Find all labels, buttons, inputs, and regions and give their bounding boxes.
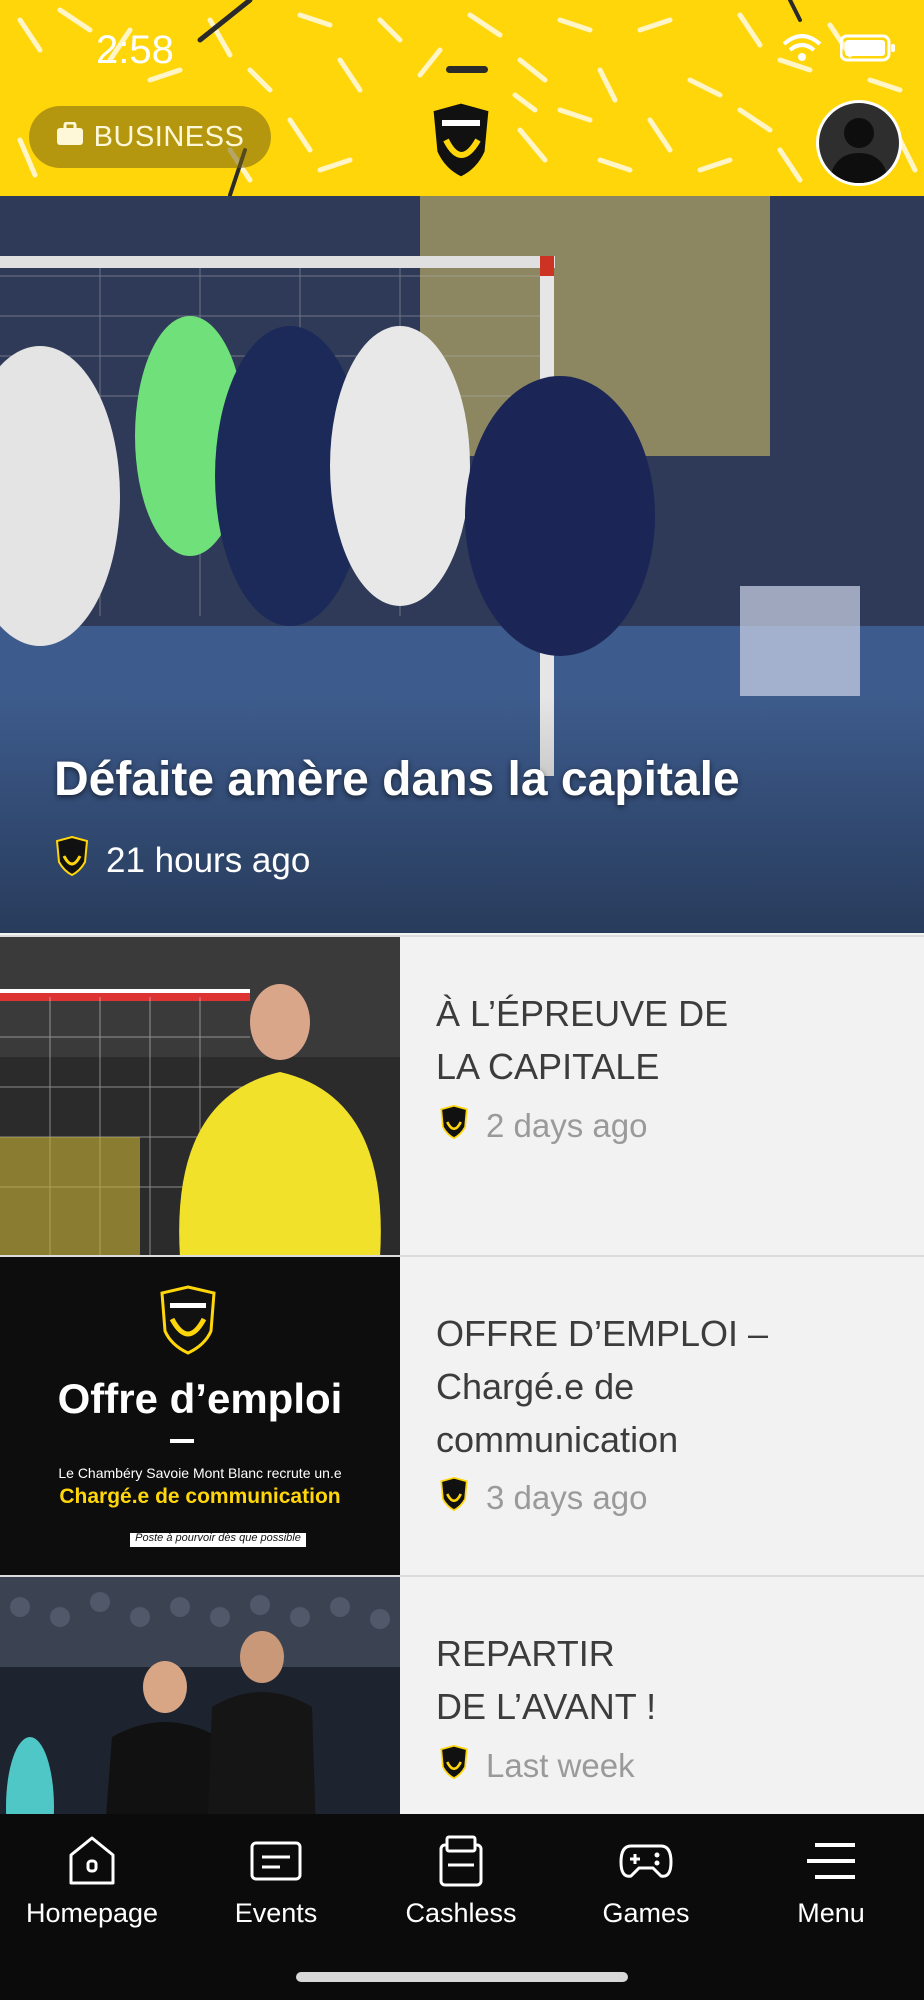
news-title-line: communication: [436, 1419, 679, 1460]
news-item[interactable]: Offre d’emploi Le Chambéry Savoie Mont B…: [0, 1255, 924, 1577]
nav-menu[interactable]: Menu: [739, 1834, 923, 1929]
job-offer-note: Poste à pourvoir dès que possible: [135, 1532, 301, 1544]
featured-article[interactable]: Défaite amère dans la capitale 21 hours …: [0, 196, 924, 933]
goalkeeper-photo: [0, 937, 400, 1257]
news-time: 2 days ago: [486, 1107, 648, 1144]
job-offer-heading: Offre d’emploi: [57, 1375, 343, 1422]
nav-cashless[interactable]: Cashless: [369, 1834, 553, 1929]
home-icon: [0, 1834, 184, 1888]
club-badge-icon: [440, 1744, 468, 1787]
hero-image: [0, 196, 924, 933]
nav-label: Games: [602, 1898, 690, 1928]
business-button[interactable]: BUSINESS: [29, 106, 271, 168]
status-icons: [782, 34, 896, 67]
battery-icon: [839, 34, 896, 67]
club-badge-icon: [440, 1476, 468, 1519]
hero-time: 21 hours ago: [106, 840, 311, 880]
nav-label: Menu: [797, 1898, 865, 1928]
news-time: Last week: [486, 1747, 635, 1784]
news-thumbnail: Offre d’emploi Le Chambéry Savoie Mont B…: [0, 1257, 400, 1577]
job-offer-subtitle: Le Chambéry Savoie Mont Blanc recrute un…: [58, 1465, 342, 1481]
news-title-line: À L’ÉPREUVE DE: [436, 993, 729, 1034]
news-title: OFFRE D’EMPLOI – Chargé.e de communicati…: [436, 1307, 876, 1466]
top-header: 2:58 BUSINESS: [0, 0, 924, 196]
news-time: 3 days ago: [486, 1479, 648, 1516]
drag-handle: [446, 66, 488, 73]
news-meta: 2 days ago: [440, 1104, 648, 1147]
nav-games[interactable]: Games: [554, 1834, 738, 1929]
news-title-line: REPARTIR: [436, 1633, 615, 1674]
news-title-line: OFFRE D’EMPLOI –: [436, 1313, 769, 1354]
news-meta: 3 days ago: [440, 1476, 648, 1519]
club-logo[interactable]: [428, 100, 494, 180]
hero-title: Défaite amère dans la capitale: [54, 753, 740, 806]
card-icon: [369, 1834, 553, 1888]
club-badge-icon: [55, 835, 89, 885]
nav-label: Events: [234, 1898, 318, 1928]
news-title: À L’ÉPREUVE DE LA CAPITALE: [436, 987, 876, 1093]
news-title-line: LA CAPITALE: [436, 1046, 660, 1087]
profile-avatar[interactable]: [816, 100, 902, 186]
status-time: 2:58: [96, 28, 174, 72]
news-title-line: DE L’AVANT !: [436, 1686, 657, 1727]
user-icon: [829, 118, 889, 183]
hero-meta: 21 hours ago: [55, 835, 311, 885]
home-indicator[interactable]: [296, 1972, 628, 1982]
app-screen: 2:58 BUSINESS Défaite amère dans la capi…: [0, 0, 924, 2000]
wifi-icon: [782, 34, 822, 67]
business-label: BUSINESS: [93, 120, 245, 153]
briefcase-icon: [56, 121, 84, 154]
nav-homepage[interactable]: Homepage: [0, 1834, 184, 1929]
nav-events[interactable]: Events: [184, 1834, 368, 1929]
nav-label: Homepage: [25, 1898, 159, 1928]
nav-label: Cashless: [405, 1898, 517, 1928]
job-offer-role: Chargé.e de communication: [59, 1485, 341, 1508]
club-badge-icon: [440, 1104, 468, 1147]
news-title: REPARTIR DE L’AVANT !: [436, 1627, 876, 1733]
news-meta: Last week: [440, 1744, 635, 1787]
menu-icon: [739, 1834, 923, 1888]
news-title-line: Chargé.e de: [436, 1366, 635, 1407]
gamepad-icon: [554, 1834, 738, 1888]
news-thumbnail: [0, 937, 400, 1257]
news-item[interactable]: À L’ÉPREUVE DE LA CAPITALE 2 days ago: [0, 935, 924, 1257]
ticket-icon: [184, 1834, 368, 1888]
